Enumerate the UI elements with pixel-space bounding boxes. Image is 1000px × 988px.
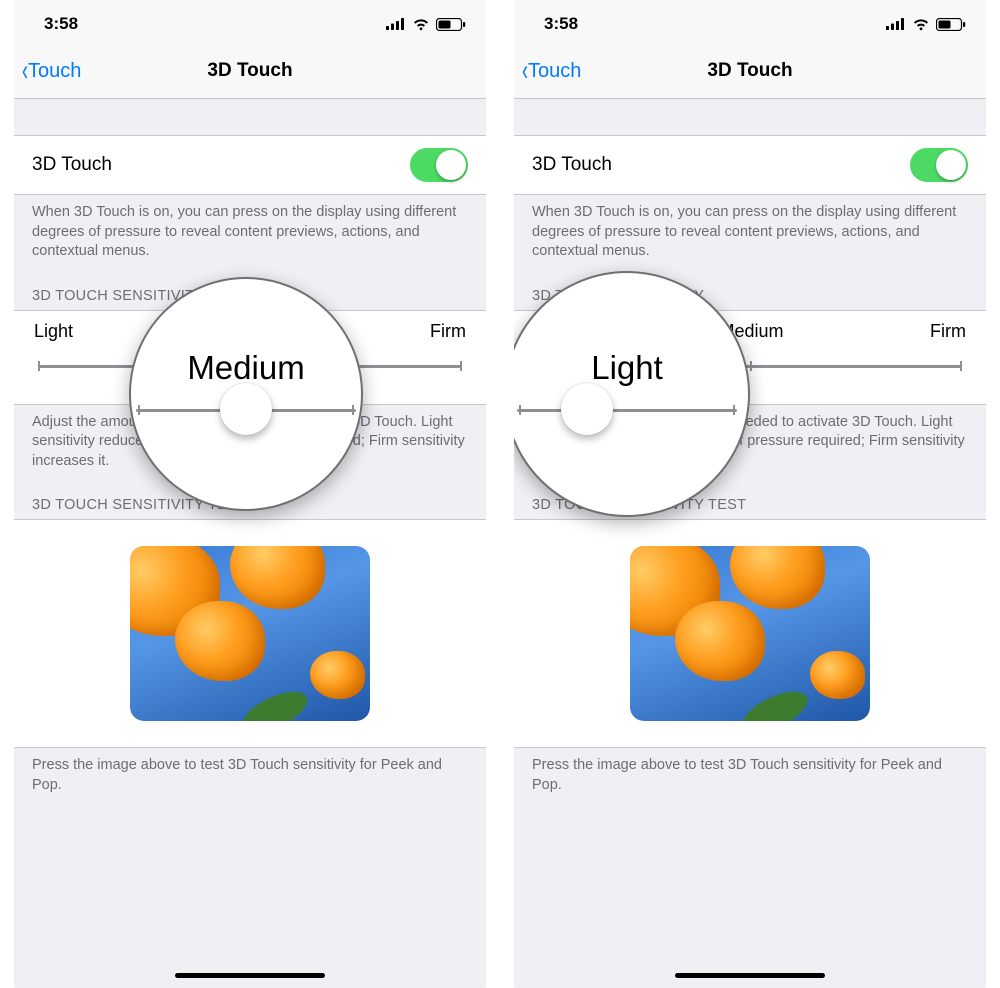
nav-bar: ‹ Touch 3D Touch: [14, 44, 486, 99]
home-indicator[interactable]: [175, 973, 325, 978]
toggle-3dtouch[interactable]: [410, 148, 468, 182]
sensitivity-footer: Adjust the amount of pressure needed to …: [14, 405, 486, 480]
home-indicator[interactable]: [675, 973, 825, 978]
test-footer: Press the image above to test 3D Touch s…: [14, 748, 486, 803]
nav-back-button[interactable]: ‹ Touch: [14, 56, 81, 86]
battery-icon: [936, 18, 966, 31]
test-header: 3D TOUCH SENSITIVITY TEST: [14, 479, 486, 519]
status-bar: 3:58: [514, 0, 986, 44]
test-cell: [14, 519, 486, 748]
battery-icon: [436, 18, 466, 31]
slider-thumb[interactable]: [533, 352, 561, 380]
toggle-footer: When 3D Touch is on, you can press on th…: [14, 195, 486, 270]
cellular-icon: [886, 18, 906, 30]
slider-label-light: Light: [534, 321, 573, 342]
sensitivity-footer: Adjust the amount of pressure needed to …: [514, 405, 986, 480]
nav-back-label: Touch: [28, 60, 81, 83]
toggle-footer: When 3D Touch is on, you can press on th…: [514, 195, 986, 270]
sensitivity-cell: Light Medium Firm: [14, 310, 486, 405]
wifi-icon: [412, 18, 430, 31]
phone-screenshot-left: 3:58 ‹ Touch 3D Touch 3D Touch When 3D T…: [14, 0, 486, 988]
toggle-3dtouch[interactable]: [910, 148, 968, 182]
toggle-row-3dtouch: 3D Touch: [514, 135, 986, 195]
nav-back-button[interactable]: ‹ Touch: [514, 56, 581, 86]
test-image[interactable]: [630, 546, 870, 721]
status-icons: [886, 18, 966, 31]
sensitivity-slider[interactable]: [34, 352, 466, 380]
test-footer: Press the image above to test 3D Touch s…: [514, 748, 986, 803]
chevron-left-icon: ‹: [22, 56, 28, 86]
slider-label-medium: Medium: [220, 321, 284, 342]
chevron-left-icon: ‹: [522, 56, 528, 86]
toggle-label: 3D Touch: [532, 154, 612, 176]
sensitivity-slider[interactable]: [534, 352, 966, 380]
slider-label-firm: Firm: [430, 321, 466, 342]
test-image[interactable]: [130, 546, 370, 721]
nav-title: 3D Touch: [514, 60, 986, 82]
nav-bar: ‹ Touch 3D Touch: [514, 44, 986, 99]
slider-label-light: Light: [34, 321, 73, 342]
test-cell: [514, 519, 986, 748]
toggle-label: 3D Touch: [32, 154, 112, 176]
status-time: 3:58: [544, 14, 578, 34]
slider-thumb[interactable]: [236, 352, 264, 380]
nav-title: 3D Touch: [14, 60, 486, 82]
test-header: 3D TOUCH SENSITIVITY TEST: [514, 479, 986, 519]
phone-screenshot-right: 3:58 ‹ Touch 3D Touch 3D Touch When 3D T…: [514, 0, 986, 988]
toggle-row-3dtouch: 3D Touch: [14, 135, 486, 195]
slider-label-medium: Medium: [720, 321, 784, 342]
slider-labels: Light Medium Firm: [34, 321, 466, 342]
cellular-icon: [386, 18, 406, 30]
sensitivity-header: 3D TOUCH SENSITIVITY: [14, 270, 486, 310]
sensitivity-cell: Light Medium Firm: [514, 310, 986, 405]
status-bar: 3:58: [14, 0, 486, 44]
slider-label-firm: Firm: [930, 321, 966, 342]
sensitivity-header: 3D TOUCH SENSITIVITY: [514, 270, 986, 310]
slider-labels: Light Medium Firm: [534, 321, 966, 342]
status-time: 3:58: [44, 14, 78, 34]
wifi-icon: [912, 18, 930, 31]
status-icons: [386, 18, 466, 31]
nav-back-label: Touch: [528, 60, 581, 83]
